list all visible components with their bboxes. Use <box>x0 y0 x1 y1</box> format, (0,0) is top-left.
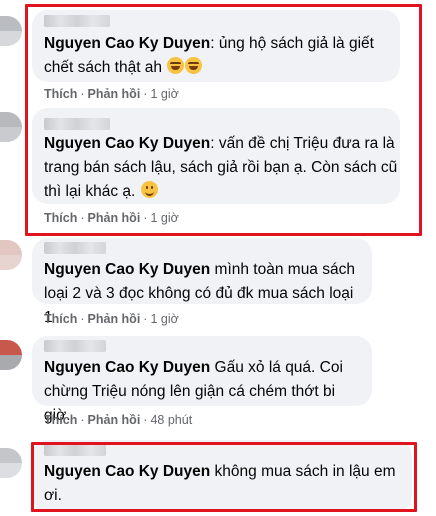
like-button[interactable]: Thích <box>44 413 77 427</box>
like-button[interactable]: Thích <box>44 312 77 326</box>
avatar[interactable] <box>0 448 22 478</box>
highlight-box <box>31 442 417 512</box>
blurred-commenter-name <box>44 340 106 352</box>
comment-actions: Thích · Phản hồi · 1 giờ <box>44 312 179 326</box>
timestamp[interactable]: 48 phút <box>150 413 192 427</box>
comment-author[interactable]: Nguyen Cao Ky Duyen <box>44 261 210 278</box>
avatar[interactable] <box>0 16 22 46</box>
comment-author[interactable]: Nguyen Cao Ky Duyen <box>44 359 210 376</box>
avatar[interactable] <box>0 240 22 270</box>
avatar[interactable] <box>0 112 22 142</box>
blurred-commenter-name <box>44 242 106 254</box>
timestamp[interactable]: 1 giờ <box>150 312 178 326</box>
reply-button[interactable]: Phản hồi <box>88 413 141 427</box>
avatar[interactable] <box>0 340 22 370</box>
highlight-box <box>25 4 422 236</box>
reply-button[interactable]: Phản hồi <box>88 312 141 326</box>
comment-actions: Thích · Phản hồi · 48 phút <box>44 413 193 427</box>
